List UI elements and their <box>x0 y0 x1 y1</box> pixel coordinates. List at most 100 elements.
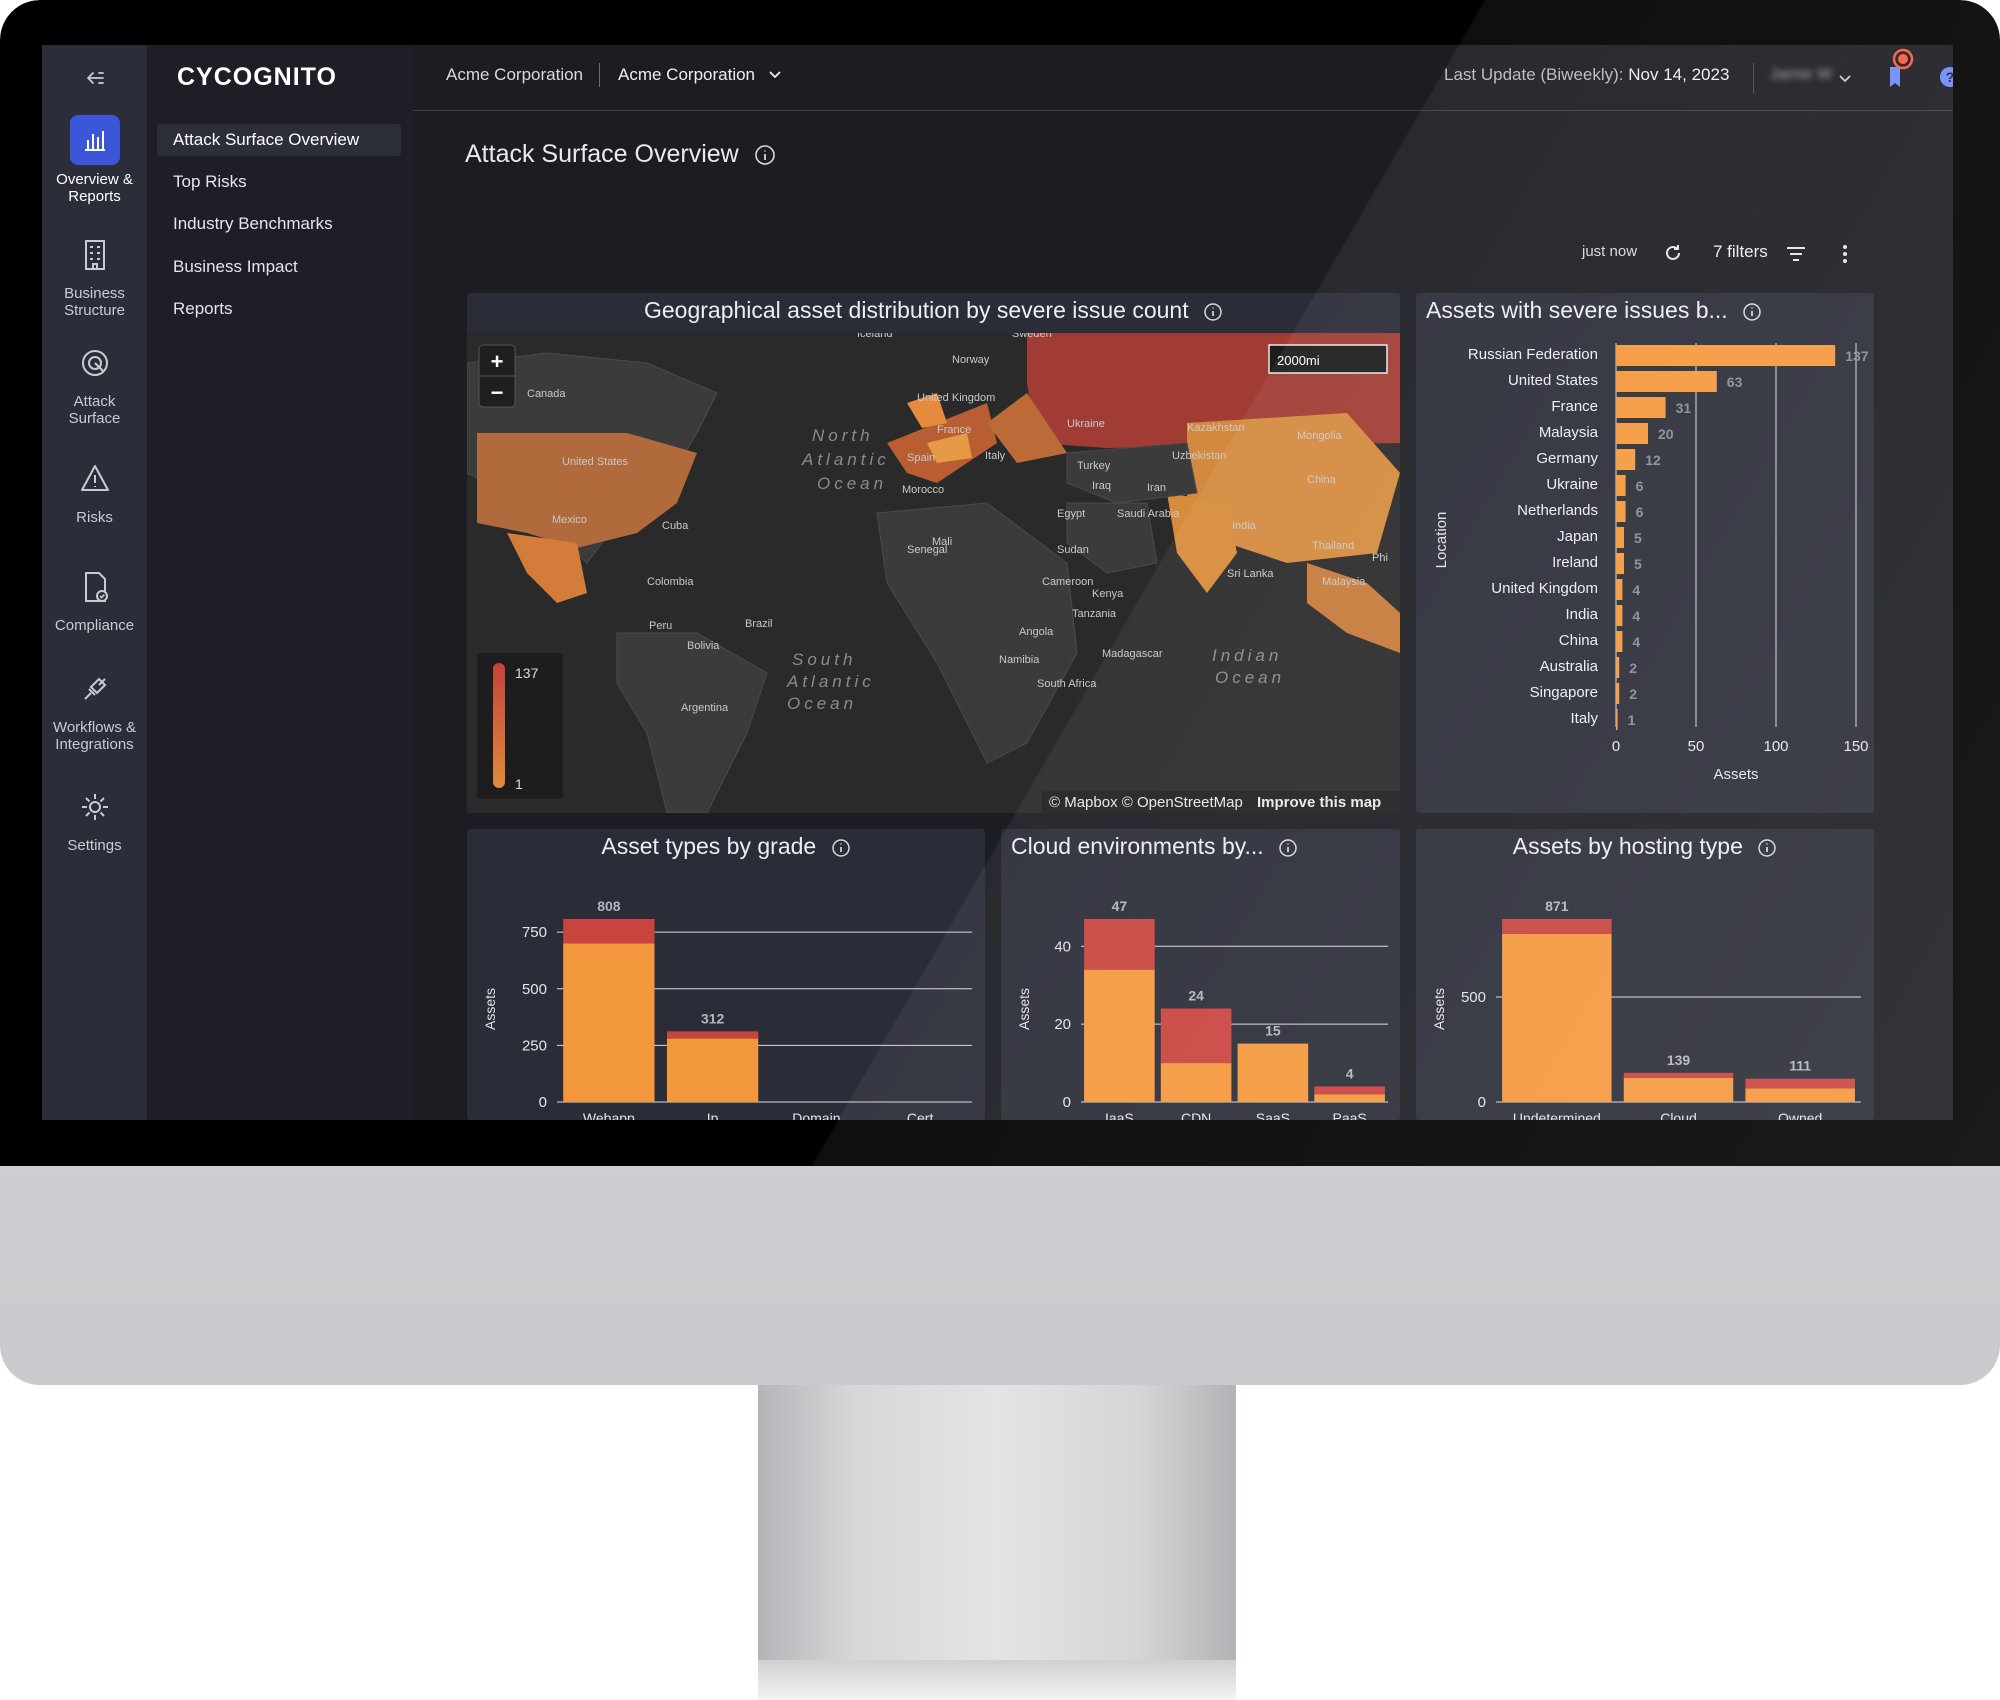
bar <box>1616 631 1623 652</box>
y-tick-label: 0 <box>1478 1094 1486 1111</box>
y-tick-label: 500 <box>1461 989 1486 1006</box>
y-axis-label: Assets <box>482 988 498 1030</box>
x-tick-label: Owned <box>1778 1110 1822 1120</box>
nav-item-industry-benchmarks[interactable]: Industry Benchmarks <box>157 208 401 240</box>
bar <box>1616 579 1623 600</box>
bar <box>1616 605 1623 626</box>
map-label: Phi <box>1372 552 1388 564</box>
nav-item-reports[interactable]: Reports <box>157 293 401 325</box>
map-label: Colombia <box>647 576 694 588</box>
bar <box>1616 345 1836 366</box>
map-label: Argentina <box>681 702 729 714</box>
data-label: 312 <box>701 1010 725 1026</box>
bar-segment <box>1160 1008 1232 1064</box>
y-tick-label: Malaysia <box>1539 424 1599 441</box>
refreshed-time: just now <box>1582 243 1638 260</box>
y-tick-label: Singapore <box>1530 684 1598 701</box>
info-icon[interactable] <box>754 144 776 166</box>
last-update-label: Last Update (Biweekly): <box>1444 65 1624 84</box>
monitor-stand <box>758 1385 1236 1700</box>
map-label: Cameroon <box>1042 576 1093 588</box>
map-label: Atlantic <box>801 450 890 469</box>
bar-segment <box>1084 919 1155 970</box>
bar-segment <box>1745 1088 1855 1102</box>
rail-item-business-structure[interactable]: Business Structure <box>42 231 147 319</box>
y-tick-label: 20 <box>1054 1016 1071 1033</box>
bar <box>1616 709 1618 730</box>
user-menu[interactable]: Jamie W <box>1770 66 1832 84</box>
y-tick-label: France <box>1551 398 1598 415</box>
map-label: Mexico <box>552 514 587 526</box>
y-tick-label: 250 <box>522 1037 547 1054</box>
bar <box>1616 371 1717 392</box>
data-label: 2 <box>1629 686 1637 702</box>
x-tick-label: 150 <box>1843 738 1868 755</box>
nav-item-attack-surface-overview[interactable]: Attack Surface Overview <box>157 124 401 156</box>
section-nav: CYCOGNITO Attack Surface Overview Top Ri… <box>147 45 413 1120</box>
filter-icon[interactable] <box>1785 244 1807 264</box>
data-label: 4 <box>1632 582 1640 598</box>
zoom-controls[interactable]: + − <box>478 344 516 408</box>
chevron-down-icon[interactable] <box>1838 74 1852 84</box>
x-tick-label: SaaS <box>1256 1110 1290 1120</box>
rail-item-label: Settings <box>67 837 122 854</box>
map-attribution: © Mapbox © OpenStreetMap <box>1049 794 1243 811</box>
map-label: Italy <box>985 450 1006 462</box>
bar <box>1616 501 1626 522</box>
asset-types-by-grade-panel: Asset types by grade 0 250 500 750 Assets 808… <box>467 829 985 1120</box>
x-tick-label: Domain <box>792 1110 840 1120</box>
bar-segment <box>1502 919 1612 934</box>
rail-item-overview[interactable]: Overview & Reports <box>42 115 147 205</box>
data-label: 6 <box>1636 504 1644 520</box>
bar-segment <box>563 919 655 944</box>
map-label: Brazil <box>745 618 773 630</box>
top-bar: Acme Corporation Acme Corporation Last U… <box>413 45 1953 111</box>
map-label: Madagascar <box>1102 648 1163 660</box>
map-label: Iran <box>1147 482 1166 494</box>
bookmark-notification-icon[interactable] <box>1883 47 1919 91</box>
gear-icon <box>81 794 108 820</box>
org-selector[interactable]: Acme Corporation <box>618 65 782 85</box>
y-tick-label: United Kingdom <box>1491 580 1598 597</box>
legend-min: 1 <box>515 776 523 792</box>
data-label: 5 <box>1634 556 1642 572</box>
rail-item-compliance[interactable]: Compliance <box>42 563 147 634</box>
rail-item-settings[interactable]: Settings <box>42 783 147 854</box>
y-tick-label: Germany <box>1536 450 1598 467</box>
svg-text:?: ? <box>1946 69 1953 85</box>
y-tick-label: China <box>1559 632 1599 649</box>
bar <box>1616 475 1626 496</box>
panel-title: Geographical asset distribution by sever… <box>467 297 1400 324</box>
bar <box>1616 397 1666 418</box>
help-icon[interactable]: ? <box>1938 65 1953 89</box>
rail-item-risks[interactable]: Risks <box>42 455 147 526</box>
map-label: Sudan <box>1057 544 1089 556</box>
world-map[interactable]: + − 2000mi 137 1 © Mapbox © OpenStreetMa… <box>467 333 1400 813</box>
map-label: Sri Lanka <box>1227 568 1274 580</box>
refresh-icon[interactable] <box>1662 242 1684 264</box>
rail-item-workflows[interactable]: Workflows & Integrations <box>42 665 147 753</box>
nav-item-top-risks[interactable]: Top Risks <box>157 166 401 198</box>
rail-item-attack-surface[interactable]: Attack Surface <box>42 339 147 427</box>
collapse-sidebar-button[interactable] <box>82 65 108 91</box>
rail-item-label: Surface <box>68 410 121 427</box>
rail-item-label: Structure <box>64 302 125 319</box>
bar <box>1616 449 1636 470</box>
filters-button[interactable]: 7 filters <box>1713 242 1768 262</box>
bar-segment <box>1745 1078 1855 1089</box>
map-label: Morocco <box>902 484 944 496</box>
map-label: Ocean <box>787 694 857 713</box>
more-options-icon[interactable] <box>1840 243 1850 265</box>
info-icon[interactable] <box>1203 302 1223 322</box>
icon-rail: Overview & Reports Business Structure At… <box>42 45 147 1120</box>
bar-segment <box>1314 1094 1385 1102</box>
data-label: 139 <box>1667 1052 1691 1068</box>
map-label: Atlantic <box>786 672 875 691</box>
chevron-down-icon <box>769 71 781 79</box>
bar-segment <box>666 1031 759 1039</box>
nav-item-business-impact[interactable]: Business Impact <box>157 251 401 283</box>
severe-issues-bar-chart: 0 50 100 150 Russian Federation 137 United Sta… <box>1433 343 1869 783</box>
y-tick-label: Italy <box>1570 710 1598 727</box>
x-tick-label: Cert <box>907 1110 934 1120</box>
bar <box>1616 527 1624 548</box>
